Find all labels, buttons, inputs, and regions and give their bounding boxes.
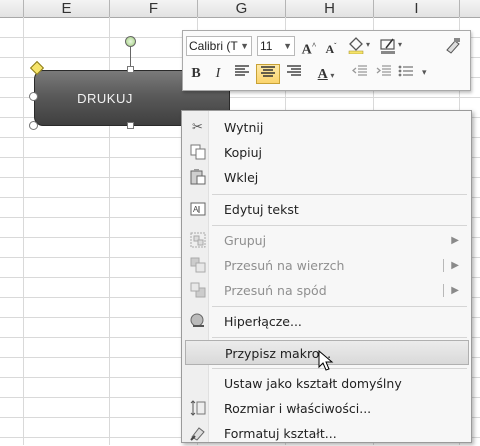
menu-item-copy[interactable]: Kopiuj	[184, 140, 469, 165]
menu-item-label: Edytuj tekst	[224, 202, 299, 217]
menu-item-send-back[interactable]: Przesuń na spód ▶	[184, 278, 469, 303]
increase-indent-button[interactable]	[373, 64, 395, 84]
menu-separator	[212, 337, 467, 338]
menu-item-label: Przesuń na wierzch	[224, 258, 345, 273]
context-menu: ✂ Wytnij Kopiuj Wklej A Edytuj tekst Gru…	[181, 110, 472, 443]
menu-item-label: Ustaw jako kształt domyślny	[224, 376, 402, 391]
grid-line	[23, 17, 24, 445]
line-color-button[interactable]: ▾	[377, 36, 405, 56]
chevron-down-icon: ▼	[283, 41, 292, 51]
format-shape-icon	[189, 425, 206, 442]
resize-handle-bottom[interactable]	[127, 122, 134, 129]
shape-label: DRUKUJ	[77, 91, 133, 106]
column-header-partial-right[interactable]	[460, 0, 480, 17]
font-name-combo[interactable]: Calibri (T ▼	[186, 36, 252, 56]
split-divider	[443, 284, 444, 297]
menu-item-group[interactable]: Grupuj ▶	[184, 228, 469, 253]
menu-separator	[212, 194, 467, 195]
decrease-indent-icon	[351, 65, 367, 76]
menu-item-hyperlink[interactable]: Hiperłącze...	[184, 309, 469, 334]
menu-item-size-properties[interactable]: Rozmiar i właściwości...	[184, 396, 469, 421]
shrink-font-icon: A	[325, 42, 335, 56]
svg-text:▾: ▾	[422, 68, 427, 78]
menu-separator	[212, 306, 467, 307]
size-properties-icon	[189, 400, 206, 417]
column-header-bar: E F G H I	[0, 0, 480, 18]
split-divider	[443, 259, 444, 272]
edit-text-icon: A	[189, 201, 206, 218]
submenu-arrow-icon: ▶	[451, 285, 459, 296]
menu-item-label: Hiperłącze...	[224, 314, 302, 329]
format-painter-button[interactable]	[441, 36, 465, 56]
font-size-value: 11	[260, 39, 273, 53]
decrease-indent-button[interactable]	[349, 64, 371, 84]
font-color-icon: A	[317, 67, 328, 82]
column-header-partial[interactable]	[0, 0, 24, 17]
column-header-e[interactable]: E	[24, 0, 110, 17]
menu-separator	[212, 368, 467, 369]
menu-item-format-shape[interactable]: Formatuj kształt...	[184, 421, 469, 446]
menu-item-edit-text[interactable]: A Edytuj tekst	[184, 197, 469, 222]
font-color-button[interactable]: A ▾	[309, 64, 343, 84]
bullets-icon: ▾	[398, 65, 427, 78]
menu-separator	[212, 225, 467, 226]
align-center-icon	[261, 66, 275, 77]
submenu-arrow-icon: ▶	[451, 260, 459, 271]
menu-item-bring-front[interactable]: Przesuń na wierzch ▶	[184, 253, 469, 278]
column-header-f[interactable]: F	[110, 0, 198, 17]
submenu-arrow-icon: ▶	[451, 235, 459, 246]
menu-item-label: Przesuń na spód	[224, 283, 327, 298]
align-left-button[interactable]	[231, 64, 253, 84]
align-right-icon	[287, 65, 301, 76]
bold-button[interactable]: B	[187, 64, 205, 84]
send-back-icon	[189, 282, 206, 299]
mini-toolbar: Calibri (T ▼ 11 ▼ A^ Aˇ ▾ ▾ B I A ▾ ▾	[182, 30, 471, 91]
resize-handle-left[interactable]	[29, 92, 38, 101]
fill-color-button[interactable]: ▾	[345, 36, 373, 56]
column-header-g[interactable]: G	[198, 0, 286, 17]
menu-item-label: Formatuj kształt...	[224, 426, 337, 441]
menu-item-label: Przypisz makro...	[225, 346, 332, 361]
svg-text:A: A	[193, 205, 199, 214]
bullets-button[interactable]: ▾	[397, 64, 437, 84]
svg-text:▾: ▾	[398, 40, 402, 49]
scissors-icon: ✂	[192, 120, 203, 135]
paint-bucket-icon: ▾	[348, 37, 370, 55]
font-name-value: Calibri (T	[189, 39, 238, 53]
shrink-font-button[interactable]: Aˇ	[321, 36, 341, 56]
format-painter-icon	[446, 38, 460, 54]
rotation-handle[interactable]	[125, 36, 136, 47]
italic-button[interactable]: I	[209, 64, 227, 84]
menu-item-set-default-shape[interactable]: Ustaw jako kształt domyślny	[184, 371, 469, 396]
hyperlink-icon	[189, 313, 206, 330]
group-icon	[189, 232, 206, 249]
paste-icon	[189, 169, 206, 186]
column-header-i[interactable]: I	[374, 0, 460, 17]
align-left-icon	[235, 65, 249, 76]
grow-font-button[interactable]: A^	[299, 36, 319, 58]
resize-handle-bottom-left[interactable]	[29, 121, 38, 130]
mouse-pointer-icon	[318, 350, 334, 371]
align-right-button[interactable]	[283, 64, 305, 84]
font-size-combo[interactable]: 11 ▼	[257, 36, 295, 56]
menu-item-label: Kopiuj	[224, 145, 263, 160]
menu-item-label: Grupuj	[224, 233, 267, 248]
menu-item-cut[interactable]: ✂ Wytnij	[184, 115, 469, 140]
pen-line-icon: ▾	[380, 38, 402, 54]
column-header-h[interactable]: H	[286, 0, 374, 17]
menu-item-paste[interactable]: Wklej	[184, 165, 469, 190]
bring-front-icon	[189, 257, 206, 274]
align-center-button[interactable]	[256, 64, 280, 84]
menu-item-label: Wklej	[224, 170, 259, 185]
menu-item-label: Rozmiar i właściwości...	[224, 401, 372, 416]
increase-indent-icon	[376, 65, 391, 76]
resize-handle-top[interactable]	[127, 66, 134, 73]
menu-item-label: Wytnij	[224, 120, 264, 135]
copy-icon	[189, 144, 206, 161]
grow-font-icon: A	[301, 42, 312, 58]
chevron-down-icon: ▼	[240, 41, 249, 51]
svg-text:▾: ▾	[366, 40, 370, 49]
